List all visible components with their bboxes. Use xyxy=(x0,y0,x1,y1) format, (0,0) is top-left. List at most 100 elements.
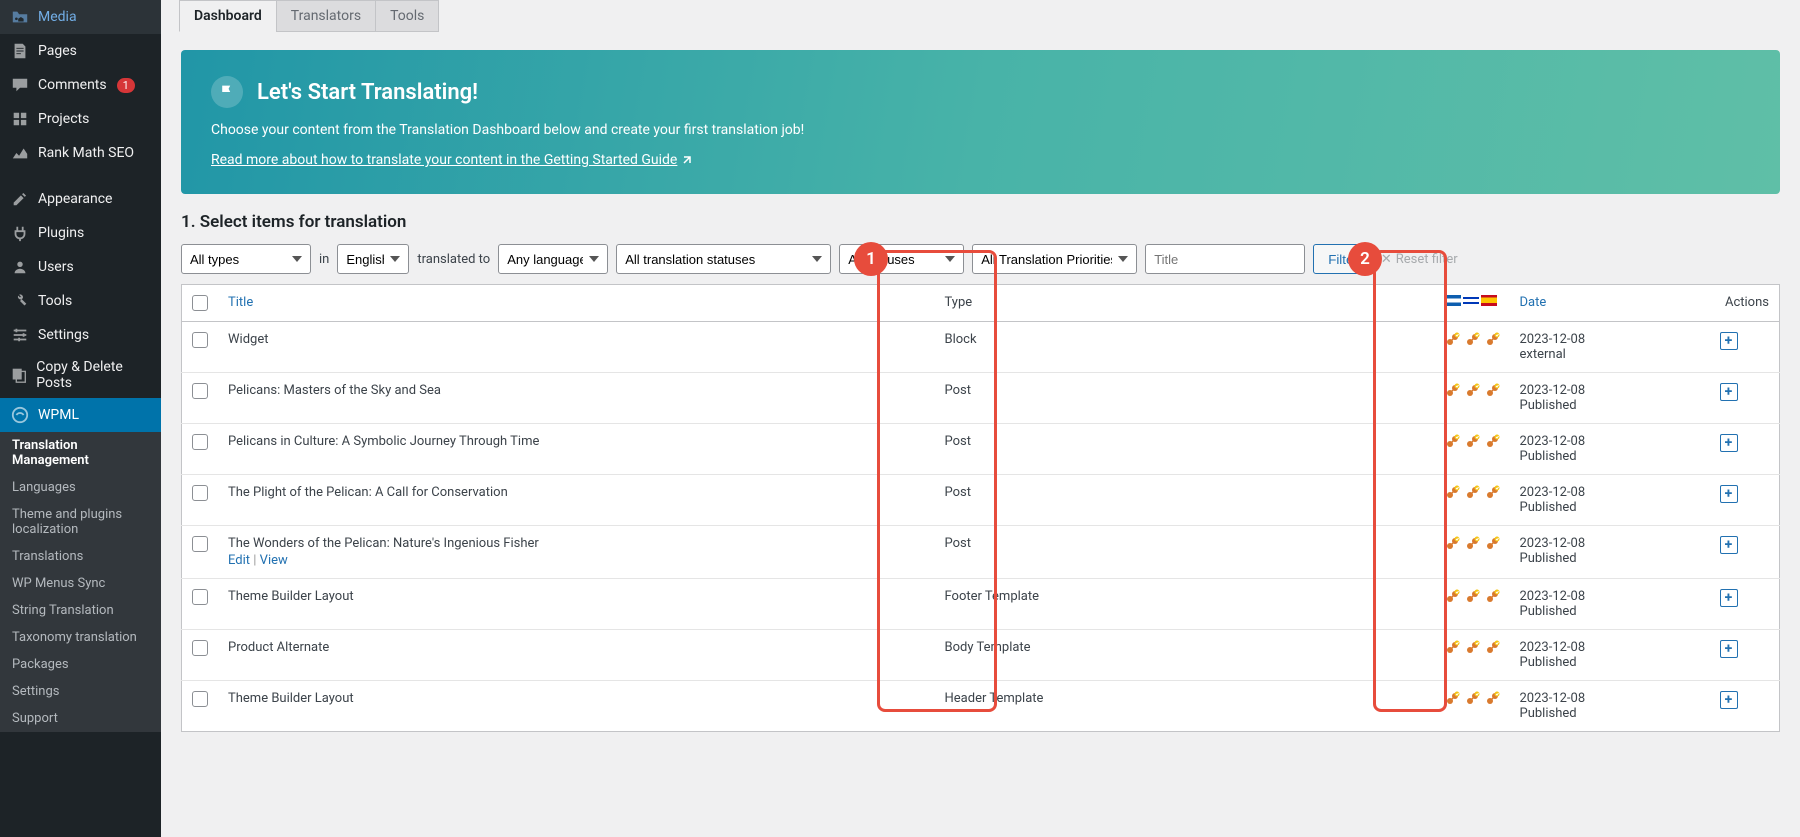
row-checkbox[interactable] xyxy=(192,640,208,656)
add-translation-button[interactable]: + xyxy=(1720,640,1738,658)
row-checkbox[interactable] xyxy=(192,383,208,399)
wpml-submenu: Translation ManagementLanguagesTheme and… xyxy=(0,432,161,732)
filter-priority[interactable]: All Translation Priorities xyxy=(972,244,1137,274)
submenu-item[interactable]: String Translation xyxy=(0,597,161,624)
translation-status-icon[interactable] xyxy=(1445,383,1460,398)
sidebar-item-wpml[interactable]: WPML xyxy=(0,398,161,432)
translation-table: Title Type Date Actions WidgetBlock2023-… xyxy=(181,284,1780,732)
translation-status-icon[interactable] xyxy=(1465,485,1480,500)
submenu-item[interactable]: Translations xyxy=(0,543,161,570)
table-row: Pelicans in Culture: A Symbolic Journey … xyxy=(182,424,1780,475)
submenu-item[interactable]: Languages xyxy=(0,474,161,501)
translation-status-icon[interactable] xyxy=(1485,485,1500,500)
plugins-icon xyxy=(10,223,30,243)
translation-status-icon[interactable] xyxy=(1465,589,1480,604)
tab-translators[interactable]: Translators xyxy=(276,0,376,32)
reset-filter[interactable]: ✕Reset filter xyxy=(1381,252,1458,267)
label-translated-to: translated to xyxy=(417,252,490,267)
row-title: Pelicans: Masters of the Sky and Sea xyxy=(228,383,925,398)
select-all-checkbox[interactable] xyxy=(192,295,208,311)
submenu-item[interactable]: Translation Management xyxy=(0,432,161,474)
col-date[interactable]: Date xyxy=(1510,285,1710,322)
submenu-item[interactable]: Settings xyxy=(0,678,161,705)
tab-dashboard[interactable]: Dashboard xyxy=(179,0,277,32)
row-type: Post xyxy=(935,526,1435,579)
tab-tools[interactable]: Tools xyxy=(375,0,439,32)
view-link[interactable]: View xyxy=(260,553,288,568)
label-in: in xyxy=(319,252,329,267)
row-checkbox[interactable] xyxy=(192,434,208,450)
row-checkbox[interactable] xyxy=(192,485,208,501)
translation-status-icon[interactable] xyxy=(1445,434,1460,449)
translation-status-icon[interactable] xyxy=(1485,434,1500,449)
translation-status-icon[interactable] xyxy=(1465,640,1480,655)
row-status: Published xyxy=(1520,551,1700,566)
row-date: 2023-12-08 xyxy=(1520,383,1700,398)
add-translation-button[interactable]: + xyxy=(1720,383,1738,401)
sidebar-item-users[interactable]: Users xyxy=(0,250,161,284)
filter-target-language[interactable]: Any language xyxy=(498,244,608,274)
translation-status-icon[interactable] xyxy=(1485,383,1500,398)
translation-status-icon[interactable] xyxy=(1485,332,1500,347)
projects-icon xyxy=(10,109,30,129)
translation-status-icon[interactable] xyxy=(1465,536,1480,551)
submenu-item[interactable]: WP Menus Sync xyxy=(0,570,161,597)
row-checkbox[interactable] xyxy=(192,589,208,605)
sidebar-item-projects[interactable]: Projects xyxy=(0,102,161,136)
submenu-item[interactable]: Theme and plugins localization xyxy=(0,501,161,543)
translation-status-icon[interactable] xyxy=(1485,589,1500,604)
translation-status-icon[interactable] xyxy=(1445,640,1460,655)
translation-status-icon[interactable] xyxy=(1445,691,1460,706)
add-translation-button[interactable]: + xyxy=(1720,434,1738,452)
submenu-item[interactable]: Taxonomy translation xyxy=(0,624,161,651)
translation-status-icon[interactable] xyxy=(1465,332,1480,347)
notification-badge: 1 xyxy=(117,78,135,93)
sidebar-item-media[interactable]: Media xyxy=(0,0,161,34)
filter-types[interactable]: All types xyxy=(181,244,311,274)
submenu-item[interactable]: Support xyxy=(0,705,161,732)
submenu-item[interactable]: Packages xyxy=(0,651,161,678)
row-title: Product Alternate xyxy=(228,640,925,655)
sidebar-item-pages[interactable]: Pages xyxy=(0,34,161,68)
translation-status-icon[interactable] xyxy=(1445,536,1460,551)
translation-status-icon[interactable] xyxy=(1445,589,1460,604)
edit-link[interactable]: Edit xyxy=(228,553,250,568)
translation-status-icon[interactable] xyxy=(1465,691,1480,706)
filter-translation-status[interactable]: All translation statuses xyxy=(616,244,831,274)
sidebar-item-appearance[interactable]: Appearance xyxy=(0,182,161,216)
filter-title-input[interactable] xyxy=(1145,244,1305,274)
banner-link[interactable]: Read more about how to translate your co… xyxy=(211,152,693,168)
row-date: 2023-12-08 xyxy=(1520,332,1700,347)
translation-status-icon[interactable] xyxy=(1445,332,1460,347)
translation-status-icon[interactable] xyxy=(1445,485,1460,500)
sidebar-item-plugins[interactable]: Plugins xyxy=(0,216,161,250)
translation-status-icon[interactable] xyxy=(1485,536,1500,551)
translation-status-icon[interactable] xyxy=(1465,434,1480,449)
row-status: Published xyxy=(1520,655,1700,670)
row-checkbox[interactable] xyxy=(192,691,208,707)
translation-status-icon[interactable] xyxy=(1485,691,1500,706)
row-checkbox[interactable] xyxy=(192,332,208,348)
sidebar-item-copy[interactable]: Copy & Delete Posts xyxy=(0,352,161,398)
filter-language[interactable]: English xyxy=(337,244,409,274)
row-type: Body Template xyxy=(935,630,1435,681)
row-type: Footer Template xyxy=(935,579,1435,630)
sidebar-item-label: Appearance xyxy=(38,191,112,207)
sidebar-item-comments[interactable]: Comments1 xyxy=(0,68,161,102)
col-title[interactable]: Title xyxy=(218,285,935,322)
add-translation-button[interactable]: + xyxy=(1720,691,1738,709)
sidebar-item-settings[interactable]: Settings xyxy=(0,318,161,352)
add-translation-button[interactable]: + xyxy=(1720,536,1738,554)
translation-status-icon[interactable] xyxy=(1485,640,1500,655)
add-translation-button[interactable]: + xyxy=(1720,485,1738,503)
filter-button[interactable]: Filter xyxy=(1313,244,1373,274)
add-translation-button[interactable]: + xyxy=(1720,332,1738,350)
add-translation-button[interactable]: + xyxy=(1720,589,1738,607)
sidebar-item-rankmath[interactable]: Rank Math SEO xyxy=(0,136,161,170)
sidebar-item-tools[interactable]: Tools xyxy=(0,284,161,318)
row-checkbox[interactable] xyxy=(192,536,208,552)
filter-status[interactable]: All statuses xyxy=(839,244,964,274)
row-type: Post xyxy=(935,373,1435,424)
translation-status-icon[interactable] xyxy=(1465,383,1480,398)
row-status: Published xyxy=(1520,398,1700,413)
